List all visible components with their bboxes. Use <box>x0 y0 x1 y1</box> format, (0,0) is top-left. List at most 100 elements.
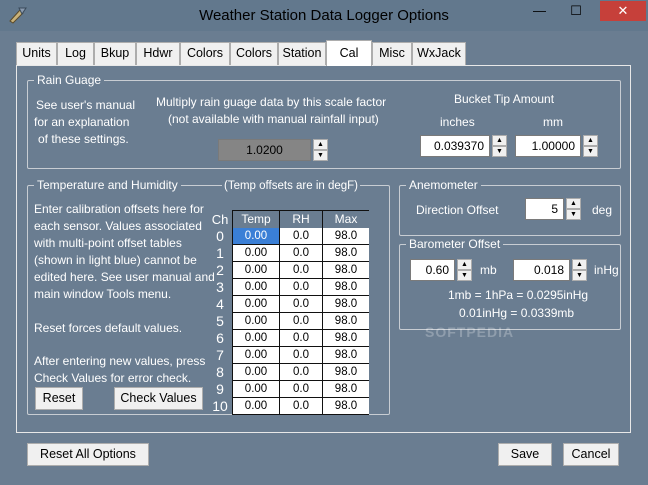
tab-log[interactable]: Log <box>57 42 94 65</box>
temp-offsets-note: (Temp offsets are in degF) <box>222 178 361 195</box>
baro-mb-spinner[interactable]: ▲▼ <box>410 259 472 281</box>
offset-cell-temp[interactable]: 0.00 <box>233 347 279 363</box>
tab-misc[interactable]: Misc <box>372 42 412 65</box>
scale-factor-input[interactable] <box>218 139 311 161</box>
offset-cell-max[interactable]: 98.0 <box>323 364 369 380</box>
offset-cell-temp[interactable]: 0.00 <box>233 330 279 346</box>
col-temp-header: Temp <box>233 211 279 228</box>
spin-down-icon[interactable]: ▼ <box>457 270 472 281</box>
baro-inhg-input[interactable] <box>513 259 570 281</box>
bucket-title: Bucket Tip Amount <box>454 92 555 106</box>
offset-cell-max[interactable]: 98.0 <box>323 279 369 295</box>
scale-factor-spinner[interactable]: ▲▼ <box>218 139 328 161</box>
offset-cell-max[interactable]: 98.0 <box>323 330 369 346</box>
ch-10: 10 <box>212 398 228 414</box>
baro-mb-input[interactable] <box>410 259 455 281</box>
close-button[interactable]: ✕ <box>600 1 646 21</box>
offset-cell-rh[interactable]: 0.0 <box>280 245 322 261</box>
offset-cell-temp[interactable]: 0.00 <box>233 313 279 329</box>
spin-up-icon[interactable]: ▲ <box>583 135 598 146</box>
instructions-line-1: Enter calibration offsets here for <box>34 202 204 216</box>
spin-up-icon[interactable]: ▲ <box>457 259 472 270</box>
baro-inhg-unit: inHg <box>594 263 619 277</box>
bucket-inches-input[interactable] <box>420 135 490 157</box>
offset-cell-temp[interactable]: 0.00 <box>233 364 279 380</box>
spin-down-icon[interactable]: ▼ <box>572 270 587 281</box>
tab-cal[interactable]: Cal <box>326 40 372 66</box>
minimize-button[interactable]: — <box>526 1 553 21</box>
tab-wxjack[interactable]: WxJack <box>412 42 466 65</box>
offset-cell-temp[interactable]: 0.00 <box>233 279 279 295</box>
offset-cell-max[interactable]: 98.0 <box>323 245 369 261</box>
rain-guage-group: Rain Guage See user's manual for an expl… <box>27 73 621 169</box>
offset-cell-temp[interactable]: 0.00 <box>233 398 279 414</box>
offset-cell-max[interactable]: 98.0 <box>323 398 369 414</box>
offset-cell-rh[interactable]: 0.0 <box>280 347 322 363</box>
bucket-mm-input[interactable] <box>515 135 581 157</box>
direction-offset-spinner[interactable]: ▲▼ <box>525 198 581 220</box>
save-button[interactable]: Save <box>498 443 552 466</box>
temp-humidity-title: Temperature and Humidity <box>34 178 181 192</box>
reset-button[interactable]: Reset <box>35 387 83 410</box>
tab-hdwr[interactable]: Hdwr <box>136 42 180 65</box>
spin-down-icon[interactable]: ▼ <box>583 146 598 157</box>
baro-inhg-spinner[interactable]: ▲▼ <box>513 259 587 281</box>
tab-station[interactable]: Station <box>278 42 326 65</box>
table-row: 0.00 0.0 98.0 <box>233 398 369 415</box>
spin-up-icon[interactable]: ▲ <box>572 259 587 270</box>
check-note-line-1: After entering new values, press <box>34 354 206 368</box>
maximize-button[interactable]: ☐ <box>553 1 599 21</box>
offset-cell-rh[interactable]: 0.0 <box>280 330 322 346</box>
offset-cell-rh[interactable]: 0.0 <box>280 279 322 295</box>
direction-offset-input[interactable] <box>525 198 564 220</box>
offset-cell-rh[interactable]: 0.0 <box>280 313 322 329</box>
spin-down-icon[interactable]: ▼ <box>492 146 507 157</box>
tab-colors-2[interactable]: Colors <box>230 42 278 65</box>
table-row: 0.00 0.0 98.0 <box>233 262 369 279</box>
bucket-mm-spinner[interactable]: ▲▼ <box>515 135 598 157</box>
offset-cell-max[interactable]: 98.0 <box>323 347 369 363</box>
reset-all-options-button[interactable]: Reset All Options <box>27 443 149 466</box>
ch-7: 7 <box>216 347 224 363</box>
offset-cell-rh[interactable]: 0.0 <box>280 262 322 278</box>
baro-mb-unit: mb <box>480 263 497 277</box>
offset-cell-rh[interactable]: 0.0 <box>280 364 322 380</box>
tab-units[interactable]: Units <box>16 42 57 65</box>
offset-cell-max[interactable]: 98.0 <box>323 296 369 312</box>
offset-cell-max[interactable]: 98.0 <box>323 381 369 397</box>
table-row: 0.00 0.0 98.0 <box>233 364 369 381</box>
offset-cell-max[interactable]: 98.0 <box>323 262 369 278</box>
offset-cell-rh[interactable]: 0.0 <box>280 381 322 397</box>
offset-cell-rh[interactable]: 0.0 <box>280 398 322 414</box>
table-row: 0.00 0.0 98.0 <box>233 245 369 262</box>
offset-cell-max[interactable]: 98.0 <box>323 313 369 329</box>
spin-down-icon[interactable]: ▼ <box>566 209 581 220</box>
instructions-line-6: main window Tools menu. <box>34 287 172 301</box>
check-values-button[interactable]: Check Values <box>114 387 203 410</box>
manual-note-line-2: for an explanation <box>34 115 130 129</box>
col-rh-header: RH <box>280 211 322 228</box>
ch-5: 5 <box>216 313 224 329</box>
offset-cell-temp[interactable]: 0.00 <box>233 245 279 261</box>
offset-cell-temp[interactable]: 0.00 <box>233 228 279 244</box>
offset-cell-rh[interactable]: 0.0 <box>280 228 322 244</box>
ch-6: 6 <box>216 330 224 346</box>
tab-colors-1[interactable]: Colors <box>180 42 230 65</box>
ch-header: Ch <box>211 212 229 227</box>
offset-cell-temp[interactable]: 0.00 <box>233 381 279 397</box>
direction-offset-label: Direction Offset <box>416 203 499 217</box>
offset-cell-temp[interactable]: 0.00 <box>233 296 279 312</box>
baro-conversion-2: 0.01inHg = 0.0339mb <box>459 306 575 320</box>
tab-bkup[interactable]: Bkup <box>94 42 136 65</box>
cancel-button[interactable]: Cancel <box>563 443 619 466</box>
spin-up-icon[interactable]: ▲ <box>492 135 507 146</box>
offset-cell-rh[interactable]: 0.0 <box>280 296 322 312</box>
spin-up-icon[interactable]: ▲ <box>566 198 581 209</box>
offset-cell-max[interactable]: 98.0 <box>323 228 369 244</box>
offset-cell-temp[interactable]: 0.00 <box>233 262 279 278</box>
dialog-client: Units Log Bkup Hdwr Colors Colors Statio… <box>8 31 640 477</box>
inches-label: inches <box>440 115 475 129</box>
spin-up-icon[interactable]: ▲ <box>313 139 328 150</box>
spin-down-icon[interactable]: ▼ <box>313 150 328 161</box>
bucket-inches-spinner[interactable]: ▲▼ <box>420 135 507 157</box>
